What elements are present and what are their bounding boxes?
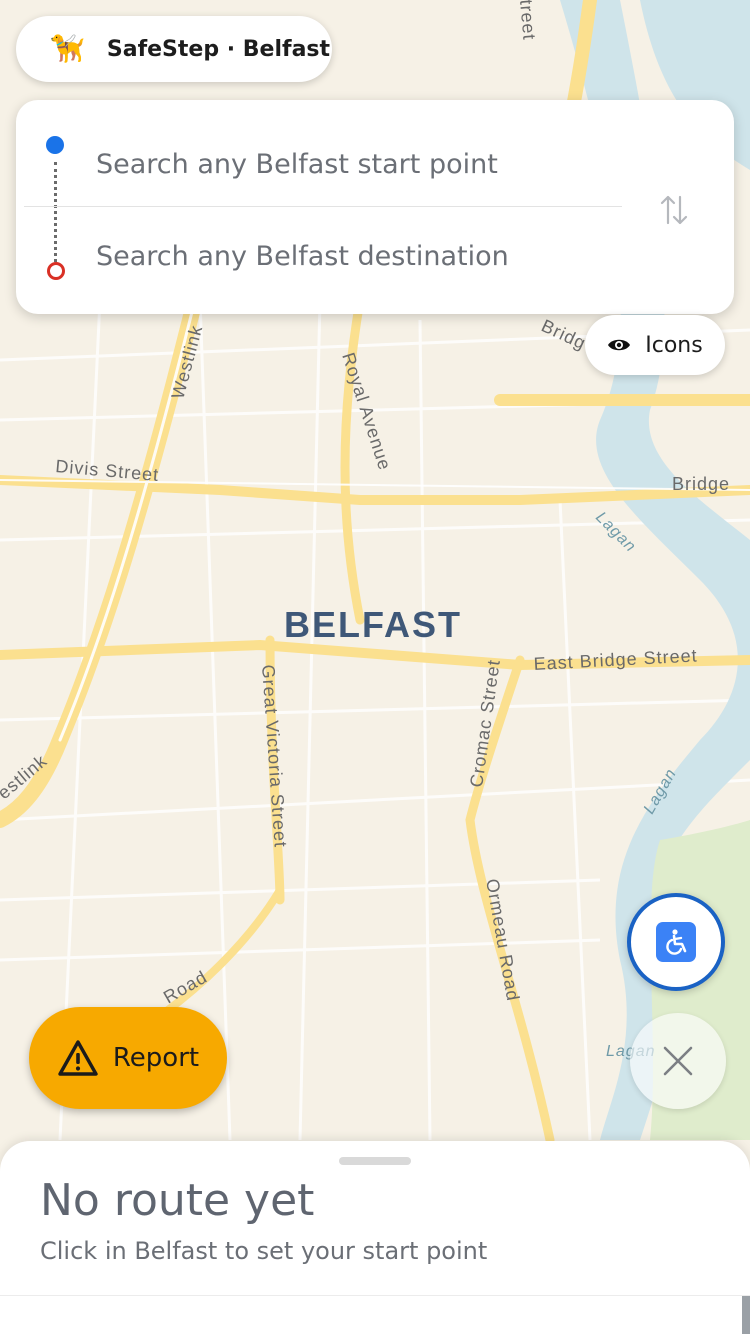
swap-route-button[interactable]	[652, 188, 696, 232]
start-search-input[interactable]	[96, 136, 616, 192]
guide-dog-icon: 🦮	[50, 32, 85, 65]
route-status-title: No route yet	[40, 1175, 315, 1226]
wheelchair-icon	[656, 922, 696, 962]
icons-toggle-button[interactable]: Icons	[585, 315, 725, 375]
destination-search-input[interactable]	[96, 228, 616, 284]
report-button[interactable]: Report	[29, 1007, 227, 1109]
sheet-drag-handle[interactable]	[339, 1157, 411, 1165]
map-city-label: BELFAST	[284, 604, 462, 645]
route-search-card	[16, 100, 734, 314]
accessibility-button[interactable]	[627, 893, 725, 991]
destination-marker-icon	[47, 262, 65, 280]
close-icon	[663, 1046, 693, 1076]
app-title: SafeStep · Belfast	[106, 36, 331, 62]
swap-arrows-icon	[660, 195, 688, 225]
close-button[interactable]	[630, 1013, 726, 1109]
route-connector	[54, 162, 57, 262]
sheet-divider	[0, 1295, 750, 1296]
report-label: Report	[112, 1043, 200, 1073]
map-label-bridge: Bridge	[672, 474, 730, 494]
icons-toggle-label: Icons	[645, 332, 703, 358]
warning-icon	[58, 1040, 98, 1076]
map-label-street-top: treet	[516, 0, 540, 41]
scrollbar-thumb[interactable]	[742, 1296, 750, 1334]
route-bottom-sheet[interactable]: No route yet Click in Belfast to set you…	[0, 1141, 750, 1334]
route-status-hint: Click in Belfast to set your start point	[40, 1237, 488, 1265]
app-brand-pill: 🦮 SafeStep · Belfast	[16, 16, 332, 82]
search-divider	[24, 206, 622, 207]
start-marker-icon	[46, 136, 64, 154]
eye-icon	[608, 339, 631, 351]
